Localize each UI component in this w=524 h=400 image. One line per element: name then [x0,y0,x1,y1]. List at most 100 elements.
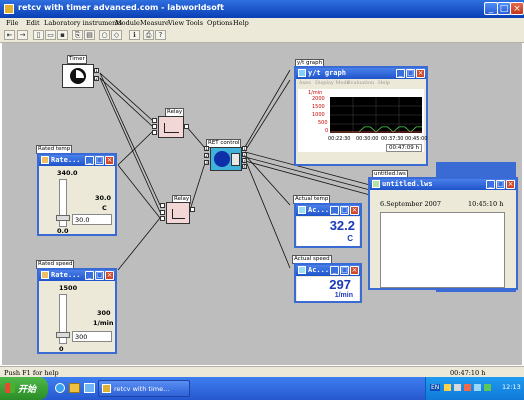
rated-temp-window[interactable]: Rate... _ □ × 340.0 30.0 C 0.0 [37,153,117,236]
as-close-button[interactable]: × [350,266,359,275]
taskbar-task-labworldsoft[interactable]: retcv with time... [98,380,190,397]
at-close-button[interactable]: × [350,206,359,215]
rated-speed-window[interactable]: Rate... _ □ × 1500 300 1/min 0 [37,268,117,354]
relay1-block[interactable] [158,116,184,138]
new-icon[interactable]: ▯ [33,30,44,40]
ret-port-out-4[interactable]: 4 [242,164,247,169]
untitled-window[interactable]: untitled.lws _ □ × 6.September 2007 10:4… [368,177,518,290]
at-maximize-button[interactable]: □ [340,206,349,215]
yt-maximize-button[interactable]: □ [406,69,415,78]
quicklaunch-ie-icon[interactable] [55,383,65,393]
tray-icon-2[interactable] [454,384,461,391]
yt-menu-evaluation[interactable]: Evaluation [347,80,374,86]
tray-icon-5[interactable] [484,384,491,391]
relay1-port-out[interactable] [184,124,189,129]
ret-port-in-3[interactable]: 3 [204,160,209,165]
rated-speed-titlebar[interactable]: Rate... _ □ × [39,270,115,281]
yt-close-button[interactable]: × [416,69,425,78]
yt-menu-display-mode[interactable]: Display Mode [315,80,350,86]
relay1-port-in-2[interactable] [152,124,157,129]
menu-options[interactable]: Options [207,19,233,27]
back-icon[interactable]: ⇤ [4,30,15,40]
relay2-port-in-2[interactable] [160,210,165,215]
save-icon[interactable]: ▪ [57,30,68,40]
timer-block[interactable] [62,64,94,88]
relay1-port-in-1[interactable] [152,118,157,123]
menu-tools[interactable]: Tools [186,19,203,27]
actual-speed-window[interactable]: Ac... _ □ × 297 1/min [294,263,362,303]
maximize-button[interactable]: □ [497,2,511,15]
ret-port-in-2[interactable]: 2 [204,153,209,158]
yt-graph-titlebar[interactable]: y/t graph _ □ × [296,68,426,79]
menu-measure[interactable]: Measure [140,19,169,27]
rt-maximize-button[interactable]: □ [95,156,104,165]
menu-module[interactable]: Module [115,19,140,27]
timer-port-out-2[interactable]: 2 [94,76,99,81]
yt-graph-window[interactable]: y/t graph _ □ × Axes Display Mode Evalua… [294,66,428,166]
rated-temp-titlebar[interactable]: Rate... _ □ × [39,155,115,166]
start-button[interactable]: 开始 [0,377,48,400]
menu-help[interactable]: Help [233,19,249,27]
relay2-port-in-3[interactable] [160,216,165,221]
ut-minimize-button[interactable]: _ [486,180,495,189]
ut-close-button[interactable]: × [506,180,515,189]
system-tray: EN 12:13 [425,377,524,400]
stop-icon[interactable]: ◇ [111,30,122,40]
untitled-time: 10:45:10 h [468,200,504,208]
actual-temp-window[interactable]: Ac... _ □ × 32.2 C [294,203,362,248]
print-icon[interactable]: ⎙ [143,30,154,40]
as-maximize-button[interactable]: □ [340,266,349,275]
paste-icon[interactable]: ▤ [84,30,95,40]
rs-minimize-button[interactable]: _ [85,271,94,280]
at-minimize-button[interactable]: _ [330,206,339,215]
yt-menu-axes[interactable]: Axes [299,80,311,86]
record-icon[interactable]: ○ [99,30,110,40]
menu-edit[interactable]: Edit [26,19,40,27]
rt-close-button[interactable]: × [105,156,114,165]
window-title: retcv with timer advanced.com - labworld… [18,3,224,12]
actual-speed-titlebar[interactable]: Ac... _ □ × [296,265,360,276]
actual-temp-titlebar[interactable]: Ac... _ □ × [296,205,360,216]
ret-port-out-3[interactable]: 3 [242,158,247,163]
open-icon[interactable]: ▭ [45,30,56,40]
timer-port-out-1[interactable]: 1 [94,68,99,73]
forward-icon[interactable]: → [17,30,28,40]
untitled-titlebar[interactable]: untitled.lws _ □ × [370,179,516,190]
yt-plot-area[interactable]: 1/min 2000 1500 1000 500 0 00:22:30 00:3… [298,89,427,152]
ret-control-block[interactable] [210,147,242,171]
tray-icon-1[interactable] [444,384,451,391]
rt-minimize-button[interactable]: _ [85,156,94,165]
relay2-block[interactable] [166,202,190,224]
info-icon[interactable]: ℹ [129,30,140,40]
rated-temp-input[interactable] [72,214,112,225]
close-button[interactable]: × [510,2,524,15]
untitled-content[interactable] [380,212,505,288]
menu-file[interactable]: File [6,19,19,27]
menu-laboratory-instruments[interactable]: Laboratory instruments [44,19,122,27]
as-minimize-button[interactable]: _ [330,266,339,275]
quicklaunch-folder-icon[interactable] [69,383,80,393]
rated-temp-unit: C [102,204,107,212]
copy-icon[interactable]: ⎘ [72,30,83,40]
relay2-port-out[interactable] [190,207,195,212]
ret-port-in-1[interactable]: 1 [204,146,209,151]
menu-view[interactable]: View [168,19,184,27]
ret-port-out-1[interactable]: 1 [242,146,247,151]
tray-icon-4[interactable] [474,384,481,391]
relay2-port-in-1[interactable] [160,203,165,208]
ret-port-out-2[interactable]: 2 [242,152,247,157]
yt-minimize-button[interactable]: _ [396,69,405,78]
rs-maximize-button[interactable]: □ [95,271,104,280]
help-icon[interactable]: ? [155,30,166,40]
rated-speed-input[interactable] [72,331,112,342]
rated-speed-slider-thumb[interactable] [56,332,70,338]
rated-temp-slider-thumb[interactable] [56,215,70,221]
tray-icon-3[interactable] [464,384,471,391]
yt-menu-help[interactable]: Help [378,80,390,86]
tray-lang[interactable]: EN [430,384,441,391]
ut-maximize-button[interactable]: □ [496,180,505,189]
minimize-button[interactable]: _ [484,2,498,15]
relay1-port-in-3[interactable] [152,130,157,135]
rs-close-button[interactable]: × [105,271,114,280]
quicklaunch-desktop-icon[interactable] [84,383,95,393]
